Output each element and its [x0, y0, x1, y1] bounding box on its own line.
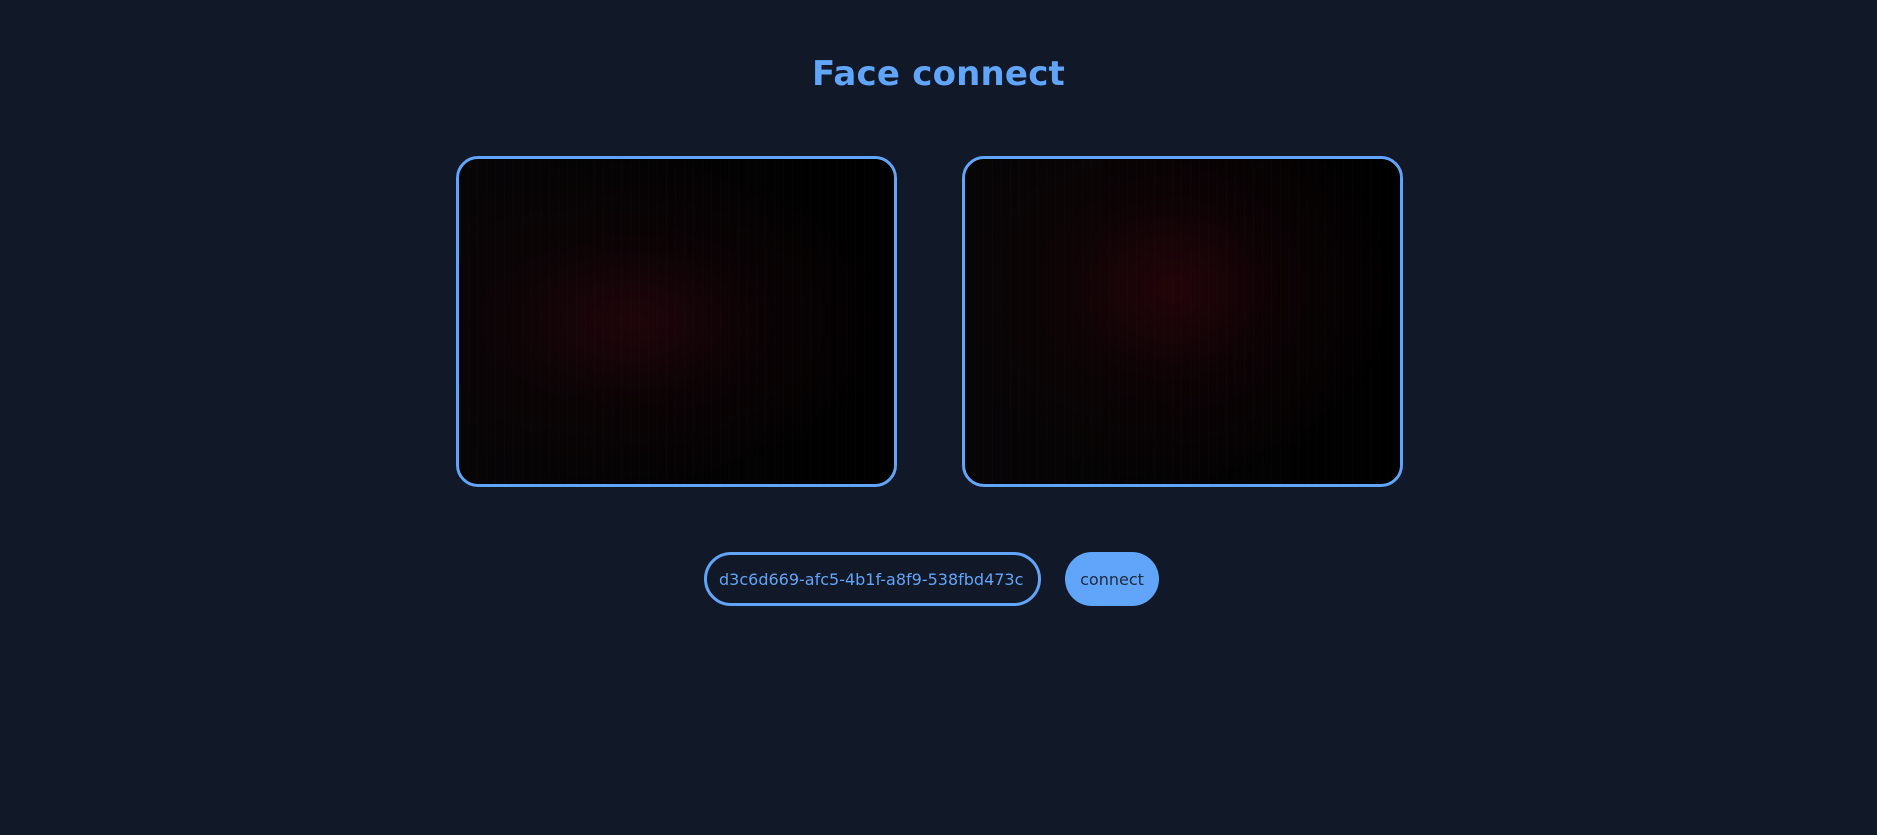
room-id-input[interactable]: [704, 552, 1041, 606]
local-video-feed: [459, 159, 894, 484]
app-root: Face connect connect: [0, 0, 1877, 835]
local-video: [456, 156, 897, 487]
remote-video-feed: [965, 159, 1400, 484]
remote-video: [962, 156, 1403, 487]
connect-button[interactable]: connect: [1065, 552, 1159, 606]
connect-form: connect: [704, 552, 1159, 606]
page-title: Face connect: [811, 54, 1066, 94]
